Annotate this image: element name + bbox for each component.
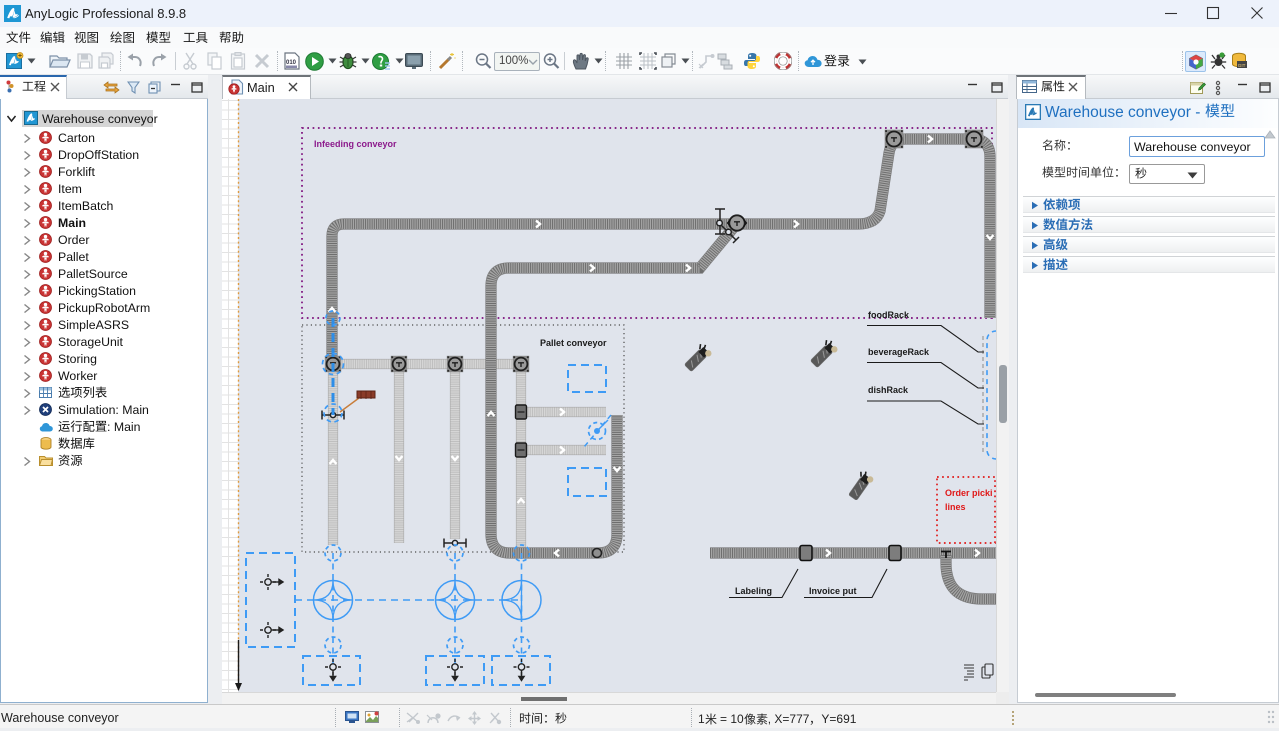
svg-text:foodRack: foodRack (868, 310, 910, 320)
svg-text:lines: lines (945, 502, 966, 512)
svg-text:Order picki: Order picki (945, 488, 993, 498)
svg-text:GIT: GIT (1238, 63, 1246, 68)
svg-text:Labeling: Labeling (735, 586, 772, 596)
svg-text:Infeeding conveyor: Infeeding conveyor (314, 139, 397, 149)
svg-text:Pallet conveyor: Pallet conveyor (540, 338, 607, 348)
svg-text:dishRack: dishRack (868, 385, 909, 395)
svg-text:beverageRack: beverageRack (868, 347, 930, 357)
svg-text:Invoice put: Invoice put (809, 586, 857, 596)
svg-text:010: 010 (286, 60, 297, 66)
